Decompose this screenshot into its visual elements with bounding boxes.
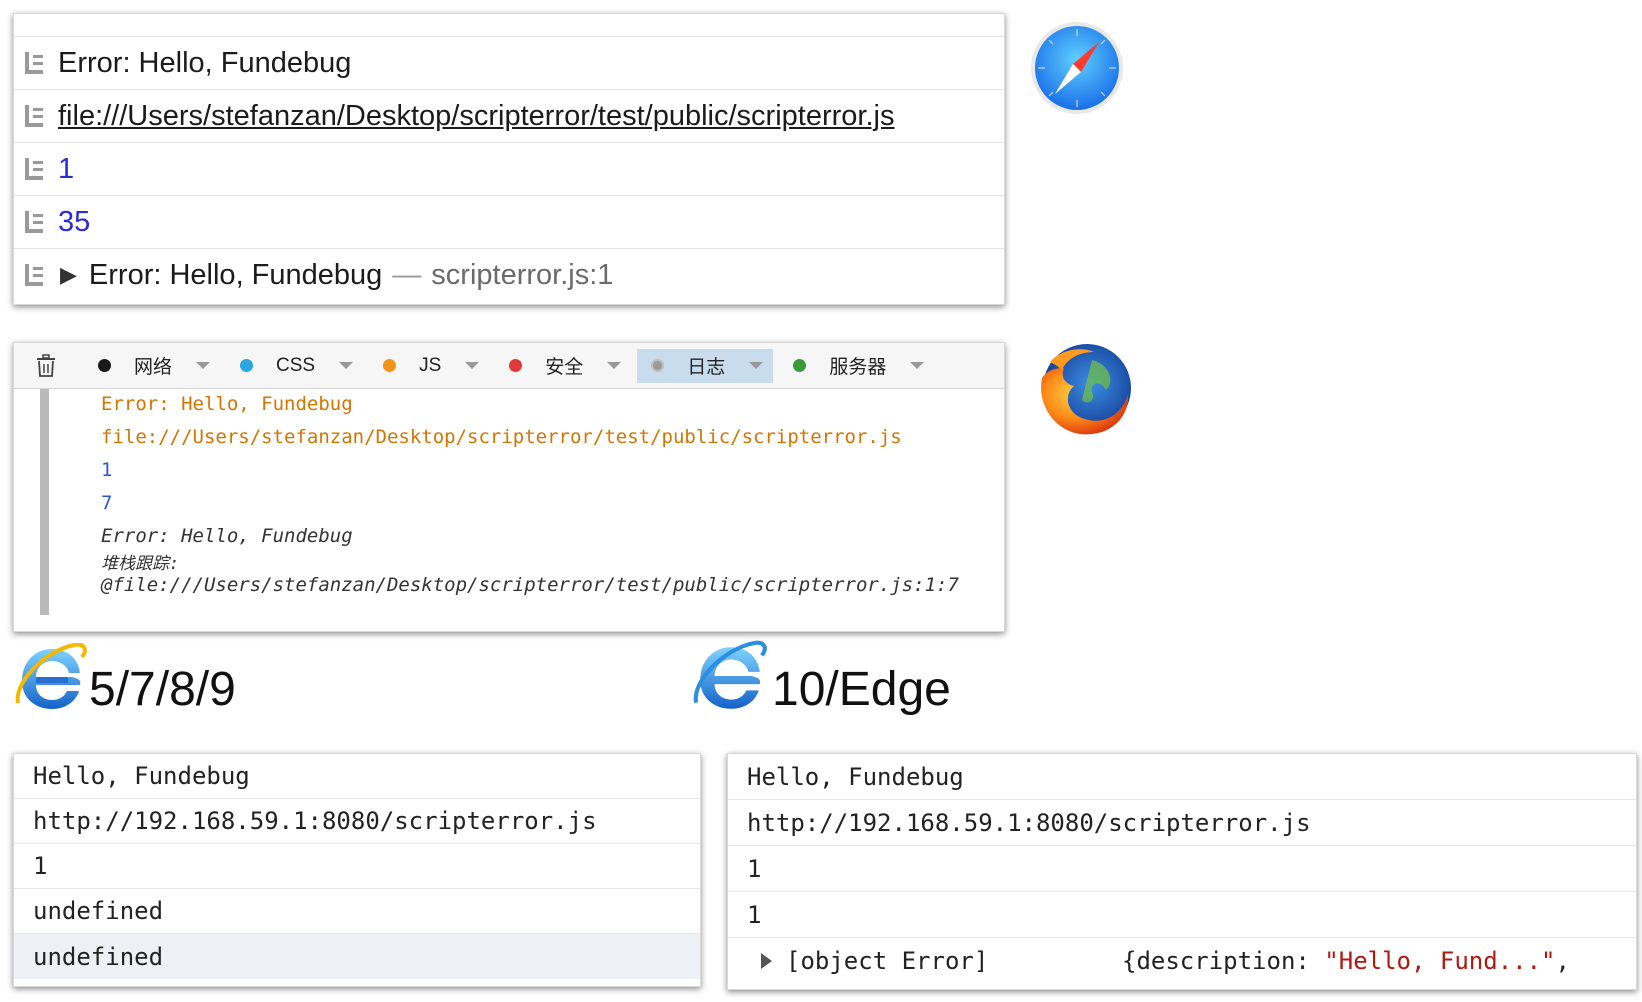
safari-separator: — <box>392 258 422 291</box>
filter-css[interactable]: CSS <box>226 349 363 383</box>
firefox-logo-icon <box>1041 344 1131 435</box>
ie-preview-key: {description: <box>1122 947 1325 975</box>
log-group-bar <box>40 389 49 615</box>
safari-console-panel: Error: Hello, Fundebug file:///Users/ste… <box>13 13 1005 305</box>
filter-label: 日志 <box>687 357 726 378</box>
status-dot <box>793 359 807 372</box>
ie-log-row: undefined <box>14 934 700 979</box>
ie-expandable-row[interactable]: [object Error] {description: "Hello, Fun… <box>728 938 1636 984</box>
filter-logging[interactable]: 日志 <box>637 348 774 383</box>
status-dot <box>509 359 523 372</box>
chevron-down-icon[interactable] <box>910 362 925 369</box>
ff-log-number: 7 <box>101 492 113 514</box>
filter-security[interactable]: 安全 <box>495 349 631 383</box>
ie-log-row: 1 <box>728 892 1636 938</box>
safari-log-text: Error: Hello, Fundebug <box>58 46 352 79</box>
ie-new-version-label: 10/Edge <box>772 663 951 716</box>
ie-error-preview: {description: "Hello, Fund...", <box>1122 947 1570 975</box>
filter-label: CSS <box>276 354 316 376</box>
chevron-down-icon[interactable] <box>465 362 480 369</box>
log-entry-icon <box>25 211 43 233</box>
ie-logo-icon <box>693 640 767 709</box>
status-dot <box>240 359 254 372</box>
log-entry-icon <box>25 264 43 286</box>
filter-js[interactable]: JS <box>369 349 489 383</box>
ie-log-row[interactable]: http://192.168.59.1:8080/scripterror.js <box>728 800 1636 846</box>
filter-label: JS <box>419 354 442 376</box>
filter-label: 安全 <box>545 357 584 378</box>
ie-log-row: http://192.168.59.1:8080/scripterror.js <box>14 799 700 844</box>
safari-log-row: 1 <box>14 143 1004 196</box>
filter-server[interactable]: 服务器 <box>779 349 934 383</box>
status-dot <box>98 359 111 372</box>
firefox-console-panel: 网络 CSS JS 安全 日志 服务器 Error: Hello, Fundeb… <box>13 342 1005 632</box>
expand-triangle-icon[interactable] <box>761 953 772 969</box>
firefox-console-output: Error: Hello, Fundebug file:///Users/ste… <box>28 389 1004 625</box>
safari-file-link[interactable]: file:///Users/stefanzan/Desktop/scripter… <box>58 100 894 133</box>
safari-logo-icon <box>1031 22 1123 114</box>
expand-triangle-icon[interactable]: ▶ <box>60 262 77 288</box>
firefox-filter-toolbar: 网络 CSS JS 安全 日志 服务器 <box>14 343 1004 389</box>
ie-old-console-panel: Hello, Fundebug http://192.168.59.1:8080… <box>13 753 701 987</box>
ie-preview-value: "Hello, Fund..." <box>1324 947 1556 975</box>
ie-log-row: undefined <box>14 889 700 934</box>
ie-preview-tail: , <box>1555 947 1570 975</box>
ie-old-version-label: 5/7/8/9 <box>89 663 236 716</box>
filter-label: 网络 <box>134 357 173 378</box>
status-dot <box>383 359 397 372</box>
ie-logo-icon <box>15 643 87 709</box>
ff-log-link[interactable]: file:///Users/stefanzan/Desktop/scripter… <box>101 426 902 448</box>
ff-log-line: Error: Hello, Fundebug <box>101 393 353 415</box>
ie-error-object[interactable]: [object Error] <box>786 947 988 975</box>
trash-icon[interactable] <box>34 353 58 378</box>
ff-log-number: 1 <box>101 459 113 481</box>
ie-log-row: 1 <box>728 846 1636 892</box>
ff-stack-frame[interactable]: @file:///Users/stefanzan/Desktop/scripte… <box>101 574 959 596</box>
ie-log-row: Hello, Fundebug <box>728 754 1636 800</box>
safari-error-object[interactable]: Error: Hello, Fundebug <box>89 259 382 292</box>
ff-stack-label: 堆栈跟踪: <box>101 554 180 574</box>
safari-log-row: 35 <box>14 196 1004 249</box>
log-entry-icon <box>25 105 43 127</box>
ff-error-message[interactable]: Error: Hello, Fundebug <box>101 525 353 547</box>
status-dot <box>651 359 665 372</box>
safari-log-number: 35 <box>58 205 91 238</box>
ie-log-row: Hello, Fundebug <box>14 754 700 799</box>
safari-source-location[interactable]: scripterror.js:1 <box>431 259 613 292</box>
log-entry-icon <box>25 52 43 74</box>
log-entry-icon <box>25 158 43 180</box>
ie-log-row: 1 <box>14 844 700 889</box>
chevron-down-icon[interactable] <box>339 362 354 369</box>
chevron-down-icon[interactable] <box>607 362 622 369</box>
safari-log-number: 1 <box>58 152 75 185</box>
chevron-down-icon[interactable] <box>749 362 764 369</box>
safari-console-topbar <box>14 14 1004 37</box>
safari-log-row: file:///Users/stefanzan/Desktop/scripter… <box>14 90 1004 143</box>
safari-log-row: Error: Hello, Fundebug <box>14 37 1004 90</box>
chevron-down-icon[interactable] <box>196 362 211 369</box>
filter-network[interactable]: 网络 <box>84 349 220 383</box>
ie-edge-console-panel: Hello, Fundebug http://192.168.59.1:8080… <box>727 753 1637 990</box>
filter-label: 服务器 <box>829 357 887 378</box>
safari-log-row[interactable]: ▶ Error: Hello, Fundebug — scripterror.j… <box>14 249 1004 301</box>
